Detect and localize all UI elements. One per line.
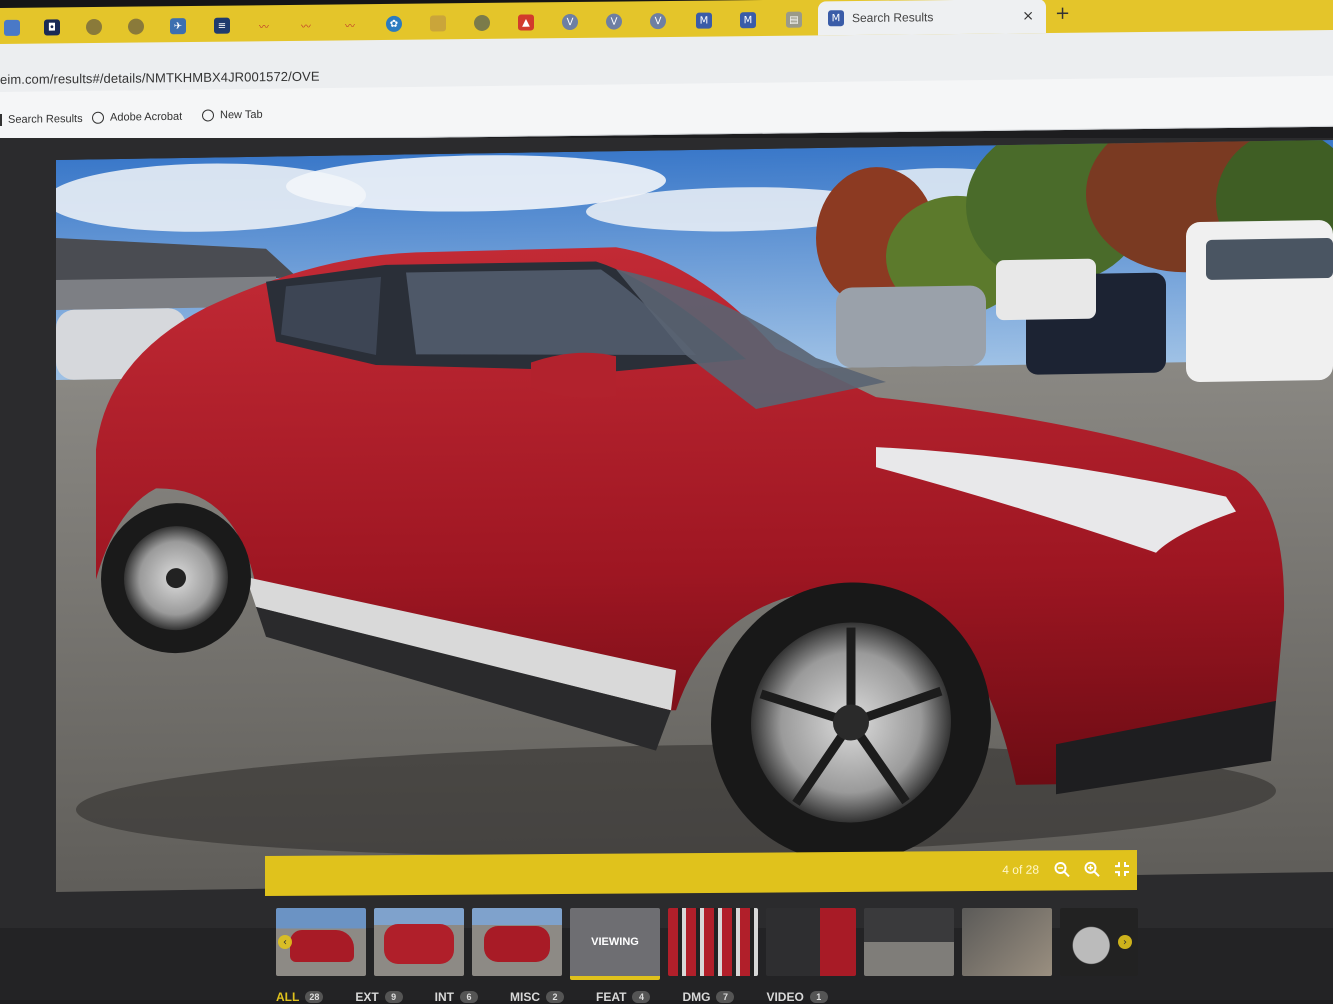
close-tab-icon[interactable]: × bbox=[1022, 8, 1034, 24]
next-thumbnail-icon[interactable]: › bbox=[1118, 935, 1132, 949]
tab-favicon-icon[interactable]: ▤ bbox=[786, 12, 802, 28]
tab-globe-icon[interactable] bbox=[474, 15, 490, 31]
tab-vw-icon[interactable]: V bbox=[606, 13, 622, 29]
bookmark-label: Search Results bbox=[8, 113, 83, 126]
category-feat[interactable]: FEAT4 bbox=[596, 990, 650, 1004]
new-tab-button[interactable]: + bbox=[1055, 3, 1070, 24]
bookmark-label: Adobe Acrobat bbox=[110, 111, 182, 124]
thumbnail[interactable] bbox=[864, 908, 954, 976]
thumbnail[interactable] bbox=[472, 908, 562, 976]
category-ext[interactable]: EXT9 bbox=[355, 990, 402, 1004]
tab-title: Search Results bbox=[852, 10, 933, 25]
bookmark-search-results[interactable]: Search Results bbox=[0, 113, 83, 126]
globe-icon bbox=[92, 112, 104, 124]
thumbnail[interactable]: › bbox=[1060, 908, 1138, 976]
tab-vw-icon[interactable]: V bbox=[650, 13, 666, 29]
bookmark-new-tab[interactable]: New Tab bbox=[202, 109, 263, 122]
thumbnail-current[interactable]: VIEWING bbox=[570, 908, 660, 980]
tab-globe-icon[interactable] bbox=[128, 18, 144, 34]
tab-vw-icon[interactable]: V bbox=[562, 14, 578, 30]
tab-favicon-icon[interactable]: 〰 bbox=[256, 17, 272, 33]
tab-favicon-icon[interactable] bbox=[4, 20, 20, 36]
bookmark-label: New Tab bbox=[220, 109, 263, 122]
tab-globe-icon[interactable] bbox=[86, 19, 102, 35]
thumbnail[interactable] bbox=[374, 908, 464, 976]
category-all[interactable]: ALL28 bbox=[276, 990, 323, 1004]
bookmark-favicon-icon bbox=[0, 114, 2, 126]
viewing-label: VIEWING bbox=[570, 936, 660, 948]
tab-favicon-icon[interactable]: ◘ bbox=[44, 19, 60, 35]
category-dmg[interactable]: DMG7 bbox=[682, 990, 734, 1004]
manheim-favicon-icon: M bbox=[828, 10, 844, 26]
vehicle-photo[interactable] bbox=[56, 140, 1333, 892]
thumbnail[interactable] bbox=[766, 908, 856, 976]
thumbnail[interactable] bbox=[962, 908, 1052, 976]
tab-layers-icon[interactable]: ≡ bbox=[214, 18, 230, 34]
image-counter: 4 of 28 bbox=[1002, 863, 1039, 877]
tab-favicon-icon[interactable]: ✈ bbox=[170, 18, 186, 34]
globe-icon bbox=[202, 109, 214, 121]
category-int[interactable]: INT6 bbox=[435, 990, 478, 1004]
tab-favicon-icon[interactable]: 〰 bbox=[298, 17, 314, 33]
thumbnail[interactable] bbox=[668, 908, 758, 976]
bookmark-adobe-acrobat[interactable]: Adobe Acrobat bbox=[92, 111, 182, 124]
tab-favicon-icon[interactable]: M bbox=[696, 13, 712, 29]
category-misc[interactable]: MISC2 bbox=[510, 990, 564, 1004]
tab-favicon-icon[interactable]: 〰 bbox=[342, 16, 358, 32]
tab-favicon-icon[interactable]: M bbox=[740, 12, 756, 28]
tab-search-results[interactable]: M Search Results × bbox=[818, 0, 1046, 35]
fullscreen-exit-icon[interactable] bbox=[1113, 860, 1131, 878]
zoom-in-icon[interactable] bbox=[1083, 860, 1101, 878]
url-field[interactable]: eim.com/results#/details/NMTKHMBX4JR0015… bbox=[0, 69, 320, 87]
zoom-out-icon[interactable] bbox=[1053, 860, 1071, 878]
thumbnail-car-image bbox=[384, 924, 454, 964]
thumbnail[interactable]: ‹ bbox=[276, 908, 366, 976]
previous-thumbnail-icon[interactable]: ‹ bbox=[278, 935, 292, 949]
tab-favicon-icon[interactable]: ✿ bbox=[386, 16, 402, 32]
thumbnail-car-image bbox=[484, 926, 550, 962]
photo-category-filters: ALL28 EXT9 INT6 MISC2 FEAT4 DMG7 VIDEO1 bbox=[276, 990, 860, 1004]
thumbnail-car-image bbox=[290, 930, 354, 962]
image-viewer-toolbar: 4 of 28 bbox=[265, 850, 1137, 896]
category-video[interactable]: VIDEO1 bbox=[766, 990, 827, 1004]
tab-favicon-icon[interactable]: ▲ bbox=[518, 14, 534, 30]
tab-shield-icon[interactable] bbox=[430, 15, 446, 31]
